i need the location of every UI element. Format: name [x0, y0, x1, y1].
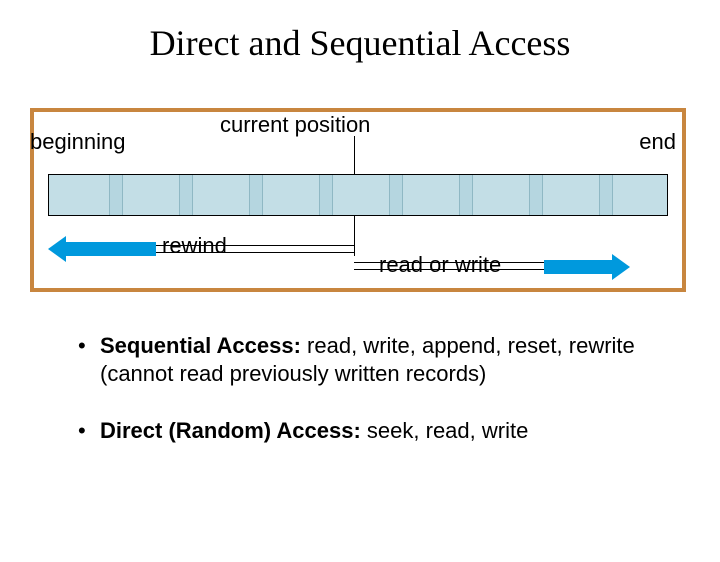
- readwrite-arrow-icon: [544, 260, 612, 274]
- slide-title: Direct and Sequential Access: [0, 22, 720, 64]
- current-position-tick-lower: [354, 216, 355, 256]
- record-gap: [529, 175, 543, 215]
- label-rewind: rewind: [162, 233, 227, 259]
- bullet-dot-icon: •: [78, 332, 100, 387]
- bullet-direct: • Direct (Random) Access: seek, read, wr…: [78, 417, 658, 445]
- access-diagram: beginning current position end rewind re…: [30, 108, 686, 292]
- record-gap: [179, 175, 193, 215]
- bullet-sequential: • Sequential Access: read, write, append…: [78, 332, 658, 387]
- rewind-arrow-icon: [66, 242, 156, 256]
- record-gap: [249, 175, 263, 215]
- bullet-text: Sequential Access: read, write, append, …: [100, 332, 658, 387]
- bullet-text: Direct (Random) Access: seek, read, writ…: [100, 417, 528, 445]
- record-gap: [319, 175, 333, 215]
- label-current-position: current position: [220, 112, 370, 138]
- record-gap: [389, 175, 403, 215]
- label-read-or-write: read or write: [379, 252, 501, 278]
- record-gap: [599, 175, 613, 215]
- bullet-desc: seek, read, write: [361, 418, 529, 443]
- bullet-dot-icon: •: [78, 417, 100, 445]
- bullet-list: • Sequential Access: read, write, append…: [78, 332, 658, 475]
- bullet-label: Sequential Access:: [100, 333, 301, 358]
- label-beginning: beginning: [30, 129, 125, 155]
- current-position-tick: [354, 136, 355, 174]
- record-gap: [109, 175, 123, 215]
- label-end: end: [639, 129, 676, 155]
- file-tape: [48, 174, 668, 216]
- bullet-label: Direct (Random) Access:: [100, 418, 361, 443]
- record-gap: [459, 175, 473, 215]
